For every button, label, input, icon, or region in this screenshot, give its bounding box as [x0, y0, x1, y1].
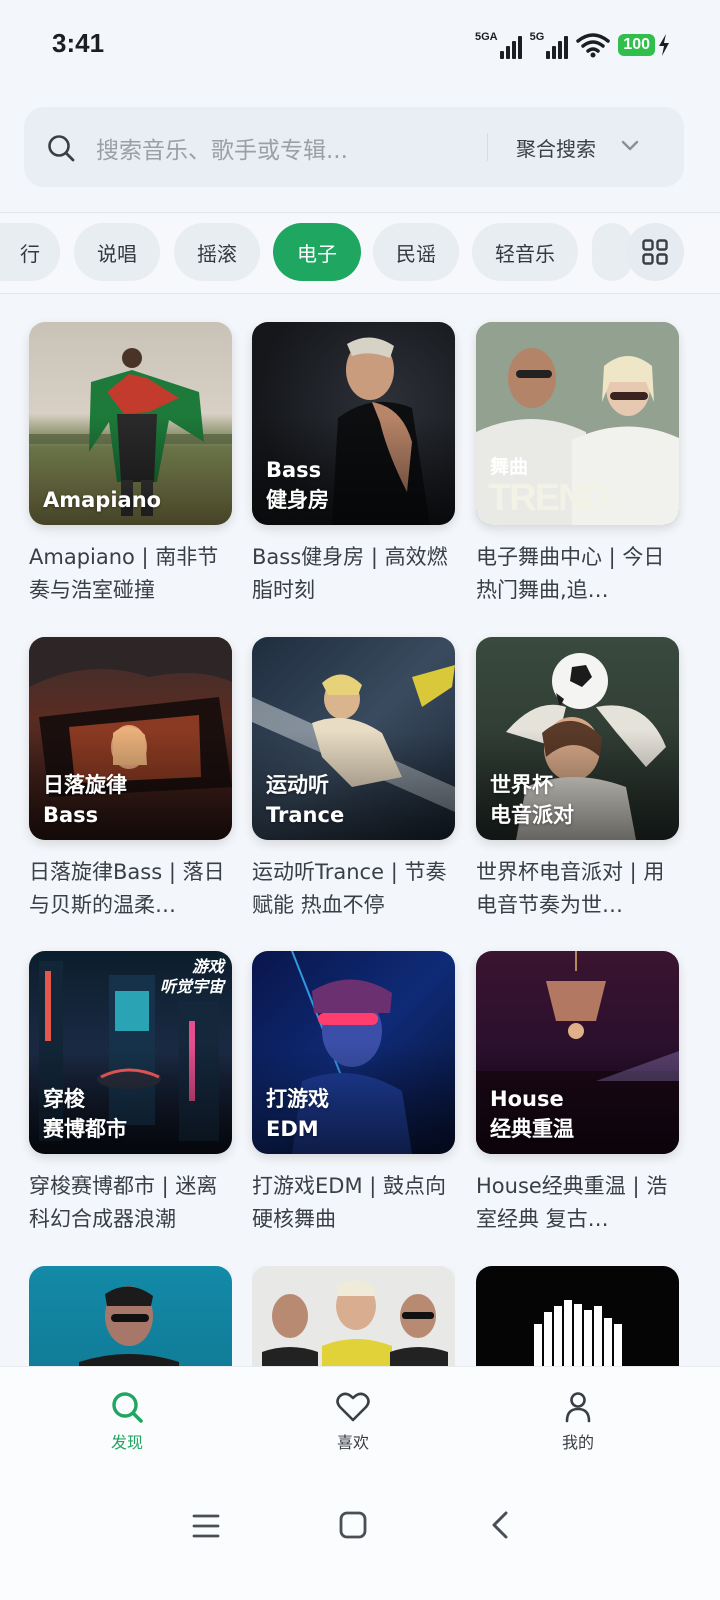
signal-bars-icon [546, 35, 569, 59]
playlist-card-bass-gym[interactable]: Bass 健身房 Bass健身房 | 高效燃脂时刻 [252, 322, 455, 607]
genre-chip-active[interactable]: 电子 [273, 223, 361, 281]
chevron-down-icon[interactable] [620, 139, 640, 153]
network-5g-signal: 5G [529, 30, 569, 59]
nav-label: 发现 [110, 1433, 143, 1452]
playlist-cover [29, 1266, 232, 1366]
playlist-card-gaming-edm[interactable]: 打游戏 EDM 打游戏EDM | 鼓点向硬核舞曲 [252, 951, 455, 1236]
genre-chip[interactable]: 民谣 [373, 223, 459, 281]
genre-chip[interactable]: 摇滚 [174, 223, 260, 281]
playlist-card-dance-trend[interactable]: 舞曲 TREND 电子舞曲中心 | 今日热门舞曲,追… [476, 322, 679, 607]
playlist-card-house-classics[interactable]: House 经典重温 House经典重温 | 浩室经典 复古… [476, 951, 679, 1236]
playlist-cover: 打游戏 EDM [252, 951, 455, 1154]
playlist-title: 穿梭赛博都市 | 迷离科幻合成器浪潮 [29, 1174, 218, 1231]
cover-label-big: TREND [488, 477, 611, 519]
home-icon[interactable] [339, 1511, 367, 1539]
playlist-cover: 运动听 Trance [252, 637, 455, 840]
playlist-cover: House 经典重温 [476, 951, 679, 1154]
search-icon [112, 1392, 143, 1423]
nav-discover[interactable]: 发现 [82, 1389, 172, 1453]
search-bar[interactable]: 搜索音乐、歌手或专辑... 聚合搜索 [24, 107, 684, 187]
battery-indicator: 100 [618, 34, 670, 56]
search-mode-selector[interactable]: 聚合搜索 [516, 133, 596, 162]
user-icon [565, 1392, 591, 1423]
playlist-cover [476, 1266, 679, 1366]
nav-label: 我的 [561, 1433, 594, 1452]
search-divider [487, 133, 488, 161]
status-bar: 3:41 5GA 5G 100 [0, 0, 720, 90]
playlist-title: 电子舞曲中心 | 今日热门舞曲,追… [476, 545, 665, 602]
nav-favorites[interactable]: 喜欢 [308, 1389, 398, 1453]
system-navigation-bar [0, 1507, 720, 1547]
search-icon [48, 135, 75, 162]
all-genres-button[interactable] [626, 223, 684, 281]
heart-icon [336, 1392, 370, 1422]
network-5ga-signal: 5GA [474, 30, 522, 59]
playlist-card-amapiano[interactable]: Amapiano Amapiano | 南非节奏与浩室碰撞 [29, 322, 232, 607]
genre-chip[interactable]: 行 [0, 223, 60, 281]
playlist-title: 日落旋律Bass | 落日与贝斯的温柔… [29, 860, 225, 917]
playlist-cover: Bass 健身房 [252, 322, 455, 525]
playlist-title: 打游戏EDM | 鼓点向硬核舞曲 [252, 1174, 446, 1231]
playlist-cover: 游戏 听觉宇宙 穿梭 赛博都市 [29, 951, 232, 1154]
playlist-card-sunset-bass[interactable]: 日落旋律 Bass 日落旋律Bass | 落日与贝斯的温柔… [29, 637, 232, 922]
battery-level: 100 [618, 34, 655, 56]
cover-label: Amapiano [43, 488, 162, 512]
menu-icon[interactable] [192, 1513, 220, 1539]
cover-tag: 游戏 听觉宇宙 [159, 957, 224, 996]
playlist-card-worldcup-party[interactable]: 世界杯 电音派对 世界杯电音派对 | 用电音节奏为世… [476, 637, 679, 922]
playlist-cover: 舞曲 TREND [476, 322, 679, 525]
cover-artwork [262, 1280, 448, 1366]
status-icons: 5GA 5G 100 [475, 28, 670, 62]
playlist-cover: Amapiano [29, 322, 232, 525]
nav-label: 喜欢 [336, 1433, 369, 1452]
grid-icon [642, 239, 668, 265]
playlist-cover [252, 1266, 455, 1366]
cover-label: 世界杯 电音派对 [490, 773, 574, 827]
cover-label: House 经典重温 [490, 1087, 574, 1141]
bottom-navigation: 发现 喜欢 我的 [0, 1366, 720, 1600]
status-time: 3:41 [52, 28, 105, 58]
network-label: 5GA [474, 30, 498, 43]
genre-chip[interactable]: 轻音乐 [472, 223, 578, 281]
playlist-card-partial[interactable] [476, 1266, 679, 1366]
cover-label: Bass 健身房 [266, 458, 329, 512]
playlist-title: Bass健身房 | 高效燃脂时刻 [252, 545, 448, 602]
cover-artwork [79, 1286, 179, 1366]
signal-bars-icon [499, 35, 522, 59]
playlist-card-partial[interactable] [252, 1266, 455, 1366]
playlist-title: Amapiano | 南非节奏与浩室碰撞 [29, 545, 219, 602]
playlist-title: House经典重温 | 浩室经典 复古… [476, 1174, 668, 1231]
cover-label: 穿梭 赛博都市 [43, 1087, 127, 1141]
genre-chip-label: 行 [20, 241, 40, 266]
nav-mine[interactable]: 我的 [533, 1389, 623, 1453]
playlist-card-partial[interactable] [29, 1266, 232, 1366]
search-input[interactable]: 搜索音乐、歌手或专辑... [96, 131, 348, 165]
genre-chip-bar: 行 说唱 摇滚 电子 民谣 轻音乐 [0, 212, 720, 294]
playlist-title: 世界杯电音派对 | 用电音节奏为世… [476, 860, 665, 917]
playlist-card-cyber-city[interactable]: 游戏 听觉宇宙 穿梭 赛博都市 穿梭赛博都市 | 迷离科幻合成器浪潮 [29, 951, 232, 1236]
genre-chip[interactable]: 说唱 [74, 223, 160, 281]
playlist-cover: 日落旋律 Bass [29, 637, 232, 840]
cover-label-small: 舞曲 [490, 456, 529, 478]
wifi-icon [576, 33, 611, 58]
cover-artwork [534, 1300, 622, 1366]
cover-label: 日落旋律 Bass [43, 773, 127, 827]
cover-label: 打游戏 EDM [266, 1087, 329, 1141]
charging-bolt-icon [659, 34, 669, 56]
network-label: 5G [529, 30, 545, 43]
back-icon[interactable] [489, 1510, 511, 1540]
playlist-cover: 世界杯 电音派对 [476, 637, 679, 840]
playlist-title: 运动听Trance | 节奏赋能 热血不停 [252, 860, 447, 917]
playlist-card-sport-trance[interactable]: 运动听 Trance 运动听Trance | 节奏赋能 热血不停 [252, 637, 455, 922]
cover-label: 运动听 Trance [266, 773, 345, 827]
